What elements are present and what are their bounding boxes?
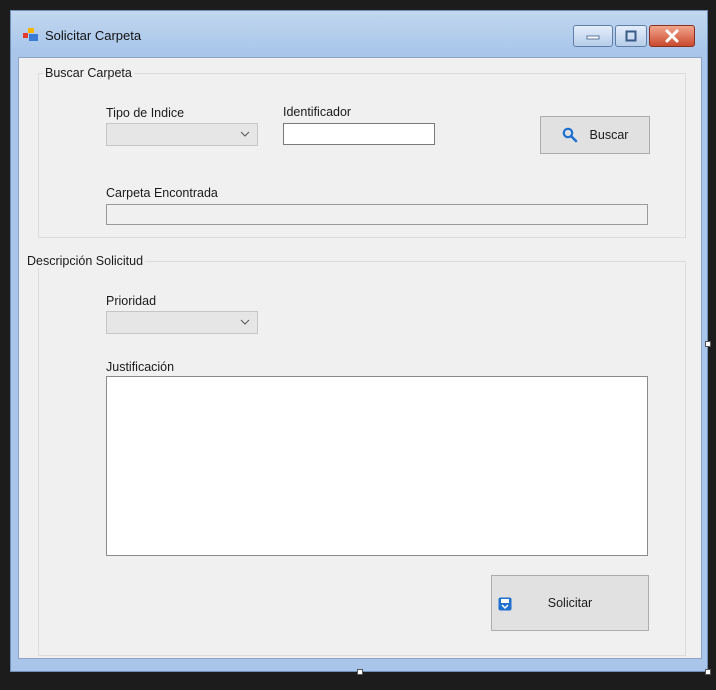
prioridad-select[interactable] <box>106 311 258 334</box>
resize-handle-corner[interactable] <box>705 669 711 675</box>
resize-handle-bottom[interactable] <box>357 669 363 675</box>
minimize-icon <box>586 35 600 40</box>
chevron-down-icon <box>240 131 250 137</box>
title-bar[interactable]: Solicitar Carpeta <box>11 11 707 57</box>
justificacion-textarea[interactable] <box>106 376 648 556</box>
carpeta-encontrada-label: Carpeta Encontrada <box>106 186 218 200</box>
prioridad-label: Prioridad <box>106 294 157 308</box>
window-title: Solicitar Carpeta <box>45 28 142 43</box>
buscar-carpeta-legend: Buscar Carpeta <box>43 66 134 80</box>
close-button[interactable] <box>649 25 695 47</box>
tipo-indice-select[interactable] <box>106 123 258 146</box>
chevron-down-icon <box>240 319 250 325</box>
descripcion-solicitud-legend: Descripción Solicitud <box>25 254 146 268</box>
identificador-label: Identificador <box>283 105 352 119</box>
form-client-area: Buscar Carpeta Tipo de Indice Identifica… <box>18 57 702 659</box>
tipo-indice-label: Tipo de Indice <box>106 106 185 120</box>
carpeta-encontrada-field <box>106 204 648 225</box>
buscar-button[interactable]: Buscar <box>540 116 650 154</box>
identificador-input[interactable] <box>283 123 435 145</box>
buscar-button-label: Buscar <box>589 128 629 142</box>
app-window: Solicitar Carpeta Buscar Carpeta Tipo de… <box>10 10 708 672</box>
solicitar-button[interactable]: Solicitar <box>491 575 649 631</box>
close-icon <box>665 29 679 43</box>
solicitar-button-label: Solicitar <box>547 596 593 610</box>
app-window-icon <box>23 28 39 42</box>
justificacion-label: Justificación <box>106 360 175 374</box>
maximize-button[interactable] <box>615 25 647 47</box>
minimize-button[interactable] <box>573 25 613 47</box>
resize-handle-right[interactable] <box>705 341 711 347</box>
maximize-icon <box>625 30 637 42</box>
search-icon <box>562 127 577 143</box>
save-icon <box>498 597 512 611</box>
